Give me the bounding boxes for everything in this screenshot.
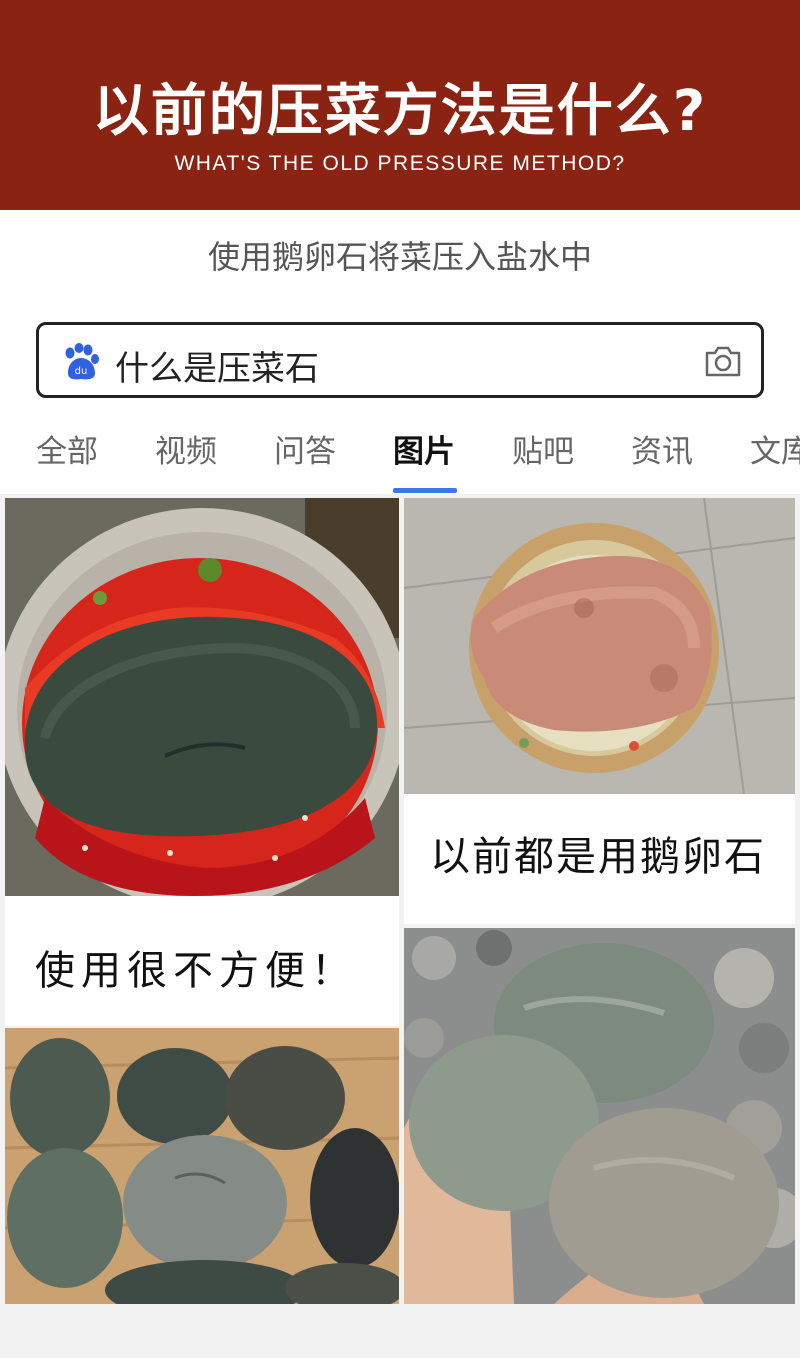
baidu-paw-icon: du [65, 343, 99, 380]
active-tab-indicator [393, 488, 457, 493]
search-tabs: 全部 视频 问答 图片 贴吧 资讯 文库 [0, 418, 800, 495]
svg-text:du: du [75, 366, 88, 377]
tab-video[interactable]: 视频 [155, 426, 217, 471]
intro-text: 使用鹅卵石将菜压入盐水中 [207, 238, 592, 276]
result-image-hand-pebbles[interactable] [404, 928, 795, 1304]
caption-card-right: 以前都是用鹅卵石 [404, 794, 795, 924]
search-input[interactable]: 什么是压菜石 [115, 341, 319, 390]
header-banner: 以前的压菜方法是什么? WHAT'S THE OLD PRESSURE METH… [0, 0, 800, 210]
tab-library[interactable]: 文库 [750, 426, 800, 471]
result-image-pickle-jar[interactable] [5, 498, 399, 896]
tab-tieba[interactable]: 贴吧 [512, 426, 574, 471]
tab-news[interactable]: 资讯 [631, 426, 693, 471]
caption-inconvenient: 使用很不方便！ [35, 948, 357, 994]
camera-icon[interactable] [703, 343, 743, 379]
result-image-clay-pot[interactable] [404, 498, 795, 794]
caption-card-left: 使用很不方便！ [5, 896, 399, 1026]
result-image-pebbles-wood[interactable] [5, 1028, 399, 1304]
caption-old-pebbles: 以前都是用鹅卵石 [430, 834, 766, 880]
banner-subtitle: WHAT'S THE OLD PRESSURE METHOD? [174, 152, 626, 175]
search-bar[interactable]: du 什么是压菜石 [36, 322, 764, 398]
tab-qa[interactable]: 问答 [274, 426, 336, 471]
tab-images[interactable]: 图片 [393, 426, 455, 471]
banner-title: 以前的压菜方法是什么? [92, 79, 708, 144]
tab-all[interactable]: 全部 [36, 426, 98, 471]
